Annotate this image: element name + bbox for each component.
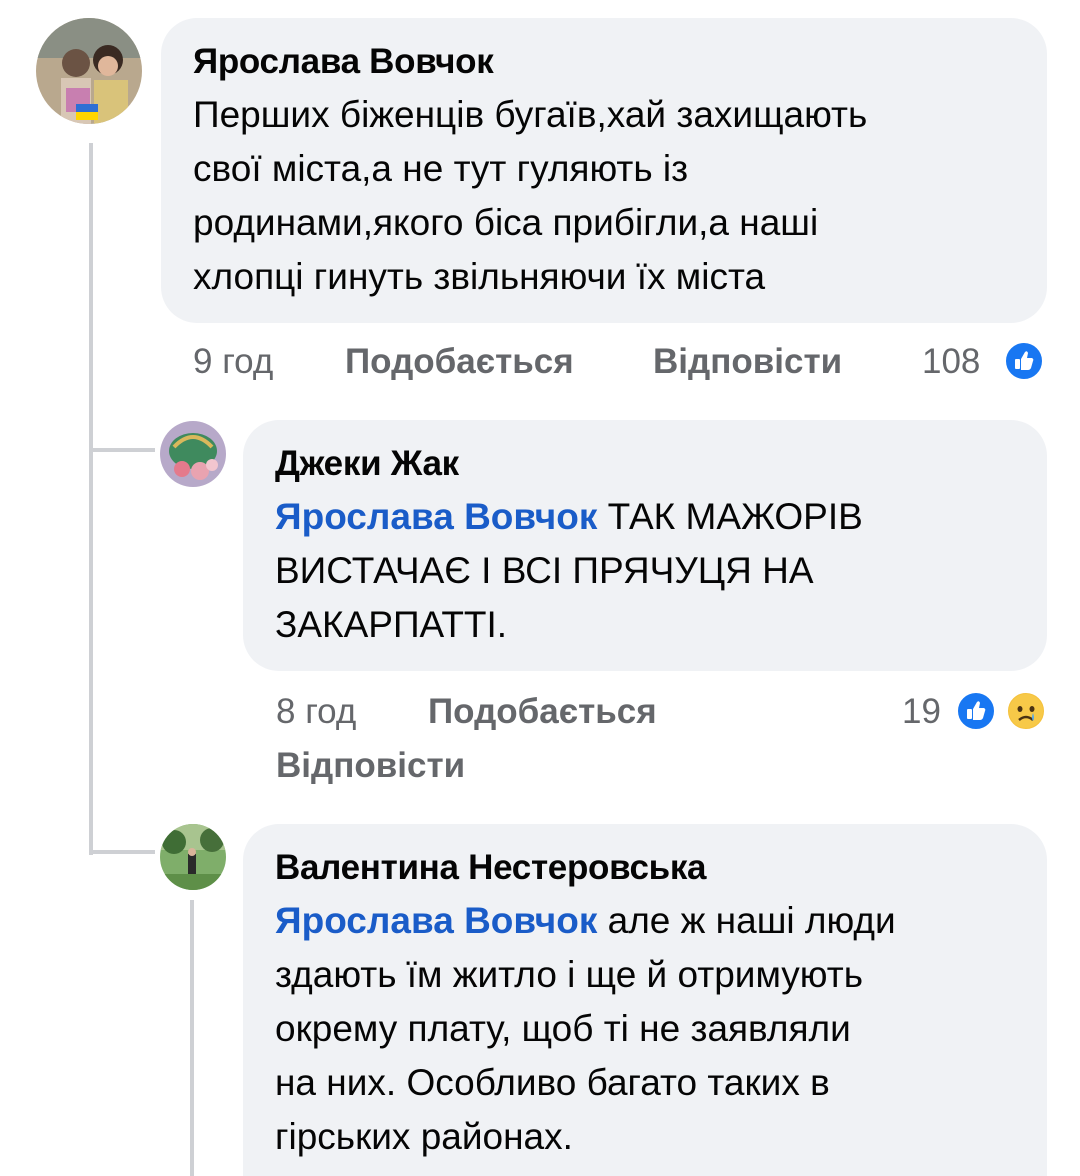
comment-line: окрему плату, щоб ті не заявляли — [275, 1008, 851, 1049]
comment-line: ЗАКАРПАТТІ. — [275, 604, 508, 645]
comment-bubble: Валентина Нестеровська Ярослава Вовчок а… — [243, 824, 1047, 1176]
comment-line: Перших біженців бугаїв,хай захищають — [193, 94, 868, 135]
avatar[interactable] — [36, 18, 142, 124]
comment-author[interactable]: Джеки Жак — [275, 442, 1017, 486]
sad-face-icon — [1005, 690, 1047, 732]
comment-bubble: Джеки Жак Ярослава Вовчок ТАК МАЖОРІВ ВИ… — [243, 420, 1047, 671]
mention-link[interactable]: Ярослава Вовчок — [275, 900, 597, 941]
comment-line: здають їм житло і ще й отримують — [275, 954, 863, 995]
avatar[interactable] — [160, 824, 226, 890]
reaction-count[interactable]: 108 — [922, 340, 980, 384]
comment-line: на них. Особливо багато таких в — [275, 1062, 830, 1103]
thread-connector — [89, 850, 155, 854]
comment-line: Ярослава Вовчок але ж наші люди — [275, 894, 1017, 948]
comment-line: хлопці гинуть звільняючи їх міста — [193, 256, 766, 297]
thumbs-up-icon — [955, 690, 997, 732]
comment-line: ВИСТАЧАЄ І ВСІ ПРЯЧУЦЯ НА — [275, 550, 814, 591]
reply-button[interactable]: Відповісти — [276, 744, 465, 788]
comment-text: Ярослава Вовчок але ж наші люди здають ї… — [275, 894, 1017, 1164]
like-button[interactable]: Подобається — [345, 340, 574, 384]
comment-line: родинами,якого біса прибігли,а наші — [193, 202, 819, 243]
thread-line — [190, 900, 194, 1176]
comment-author[interactable]: Ярослава Вовчок — [193, 40, 1017, 84]
comment-line-rest: але ж наші люди — [597, 900, 896, 941]
comment-text: Ярослава Вовчок ТАК МАЖОРІВ ВИСТАЧАЄ І В… — [275, 490, 1017, 652]
avatar[interactable] — [160, 421, 226, 487]
thumbs-up-icon — [1003, 340, 1045, 382]
comment-timestamp[interactable]: 8 год — [276, 690, 356, 734]
mention-link[interactable]: Ярослава Вовчок — [275, 496, 597, 537]
comment-line: гірських районах. — [275, 1116, 573, 1157]
reply-button[interactable]: Відповісти — [653, 340, 842, 384]
comment-bubble: Ярослава Вовчок Перших біженців бугаїв,х… — [161, 18, 1047, 323]
comment-line: свої міста,а не тут гуляють із — [193, 148, 689, 189]
comment-line: Ярослава Вовчок ТАК МАЖОРІВ — [275, 490, 1017, 544]
thread-line — [89, 143, 93, 855]
comment-line-rest: ТАК МАЖОРІВ — [597, 496, 863, 537]
comment-author[interactable]: Валентина Нестеровська — [275, 846, 1017, 890]
reaction-count[interactable]: 19 — [902, 690, 941, 734]
like-button[interactable]: Подобається — [428, 690, 657, 734]
comment-text: Перших біженців бугаїв,хай захищають сво… — [193, 88, 1017, 304]
thread-connector — [89, 448, 155, 452]
comment-timestamp[interactable]: 9 год — [193, 340, 273, 384]
